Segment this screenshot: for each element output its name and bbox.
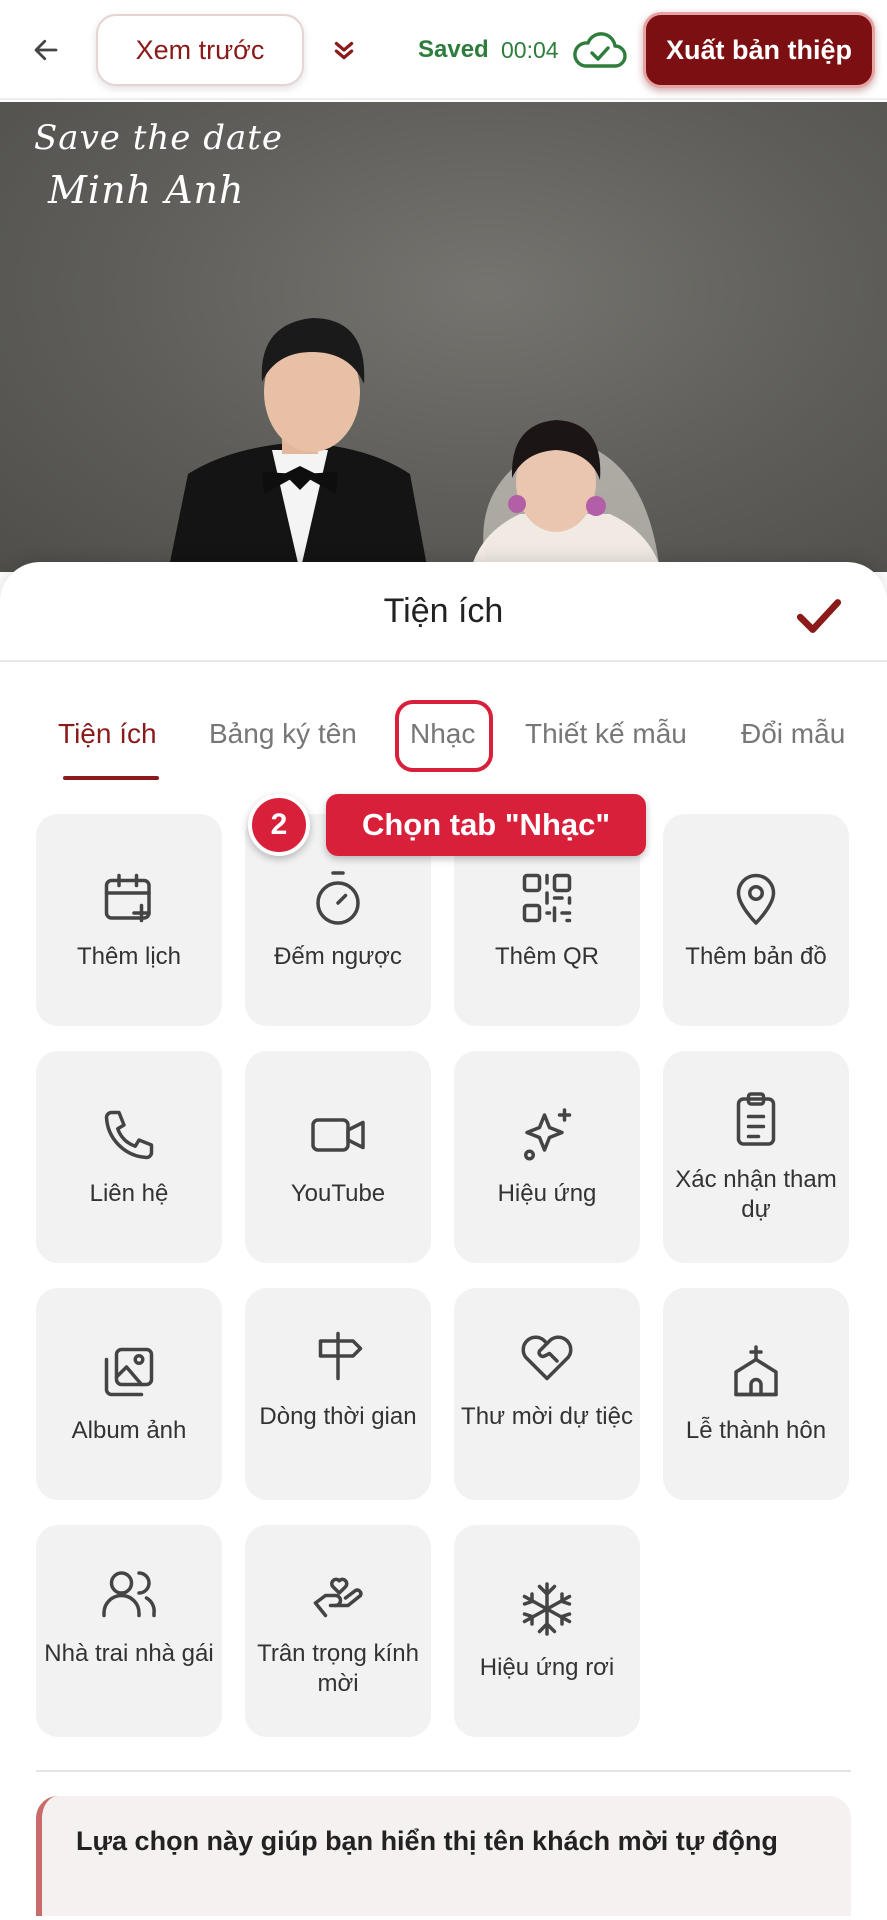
youtube-button[interactable]: YouTube bbox=[245, 1051, 431, 1263]
map-pin-icon bbox=[726, 868, 786, 928]
section-divider bbox=[36, 1770, 851, 1772]
info-note-text: Lựa chọn này giúp bạn hiển thị tên khách… bbox=[76, 1826, 778, 1856]
check-icon[interactable] bbox=[794, 590, 844, 640]
users-icon bbox=[99, 1563, 159, 1623]
item-label: Đếm ngược bbox=[274, 943, 402, 970]
saved-status: Saved bbox=[418, 36, 489, 63]
calendar-add-icon bbox=[99, 868, 159, 928]
heart-handshake-icon bbox=[517, 1326, 577, 1386]
item-label: Lễ thành hôn bbox=[685, 1417, 827, 1444]
timeline-button[interactable]: Dòng thời gian bbox=[245, 1288, 431, 1500]
item-label: Thêm QR bbox=[494, 943, 599, 970]
chevrons-down-icon bbox=[334, 41, 354, 60]
item-label: Hiệu ứng bbox=[497, 1180, 597, 1207]
snowflake-icon bbox=[517, 1579, 577, 1639]
church-icon bbox=[726, 1342, 786, 1402]
cloud-check-icon bbox=[573, 32, 627, 68]
add-calendar-button[interactable]: Thêm lịch bbox=[36, 814, 222, 1026]
sparkles-icon bbox=[517, 1105, 577, 1165]
signpost-icon bbox=[308, 1326, 368, 1386]
families-button[interactable]: Nhà trai nhà gái bbox=[36, 1525, 222, 1737]
wedding-ceremony-button[interactable]: Lễ thành hôn bbox=[663, 1288, 849, 1500]
image-gallery-icon bbox=[99, 1342, 159, 1402]
item-label: Trân trọng kính mời bbox=[257, 1640, 419, 1697]
hand-heart-icon bbox=[308, 1563, 368, 1623]
tab-templates[interactable]: Thiết kế mẫu bbox=[525, 718, 687, 750]
qr-code-icon bbox=[517, 868, 577, 928]
expand-button[interactable] bbox=[322, 28, 366, 72]
item-label: Album ảnh bbox=[71, 1417, 187, 1444]
step-instruction-label: Chọn tab "Nhạc" bbox=[326, 794, 646, 856]
party-invitation-button[interactable]: Thư mời dự tiệc bbox=[454, 1288, 640, 1500]
cordially-invited-button[interactable]: Trân trọng kính mời bbox=[245, 1525, 431, 1737]
item-label: YouTube bbox=[290, 1180, 386, 1207]
music-tab-highlight bbox=[395, 700, 493, 772]
top-bar: Xem trước Saved 00:04 Xuất bản thiệp bbox=[0, 0, 887, 100]
couple-illustration bbox=[168, 318, 662, 572]
timer-icon bbox=[308, 868, 368, 928]
info-note: Lựa chọn này giúp bạn hiển thị tên khách… bbox=[36, 1796, 851, 1916]
video-camera-icon bbox=[308, 1105, 368, 1165]
preview-button[interactable]: Xem trước bbox=[96, 14, 304, 86]
tab-change-template[interactable]: Đổi mẫu bbox=[741, 718, 845, 750]
rsvp-button[interactable]: Xác nhận tham dự bbox=[663, 1051, 849, 1263]
item-label: Dòng thời gian bbox=[259, 1403, 417, 1430]
saved-time: 00:04 bbox=[501, 37, 559, 63]
export-card-button[interactable]: Xuất bản thiệp bbox=[643, 12, 875, 88]
active-tab-indicator bbox=[63, 776, 159, 780]
item-label: Thư mời dự tiệc bbox=[461, 1403, 633, 1430]
phone-icon bbox=[99, 1105, 159, 1165]
photo-album-button[interactable]: Album ảnh bbox=[36, 1288, 222, 1500]
item-label: Thêm bản đồ bbox=[685, 943, 827, 970]
tab-utilities[interactable]: Tiện ích bbox=[58, 718, 157, 750]
back-button[interactable] bbox=[22, 26, 70, 74]
item-label: Xác nhận tham dự bbox=[675, 1166, 837, 1223]
add-map-button[interactable]: Thêm bản đồ bbox=[663, 814, 849, 1026]
clipboard-list-icon bbox=[726, 1089, 786, 1149]
sheet-title: Tiện ích bbox=[383, 592, 504, 630]
effects-button[interactable]: Hiệu ứng bbox=[454, 1051, 640, 1263]
item-label: Hiệu ứng rơi bbox=[479, 1654, 615, 1681]
step-number-badge: 2 bbox=[248, 794, 310, 856]
arrow-left-icon bbox=[34, 39, 58, 61]
tab-guestbook[interactable]: Bảng ký tên bbox=[209, 718, 357, 750]
contact-button[interactable]: Liên hệ bbox=[36, 1051, 222, 1263]
sheet-header: Tiện ích bbox=[0, 562, 887, 662]
wedding-photo: Save the date Minh Anh bbox=[0, 102, 887, 572]
item-label: Thêm lịch bbox=[76, 943, 182, 970]
falling-effect-button[interactable]: Hiệu ứng rơi bbox=[454, 1525, 640, 1737]
item-label: Liên hệ bbox=[89, 1180, 169, 1207]
item-label: Nhà trai nhà gái bbox=[44, 1640, 214, 1667]
